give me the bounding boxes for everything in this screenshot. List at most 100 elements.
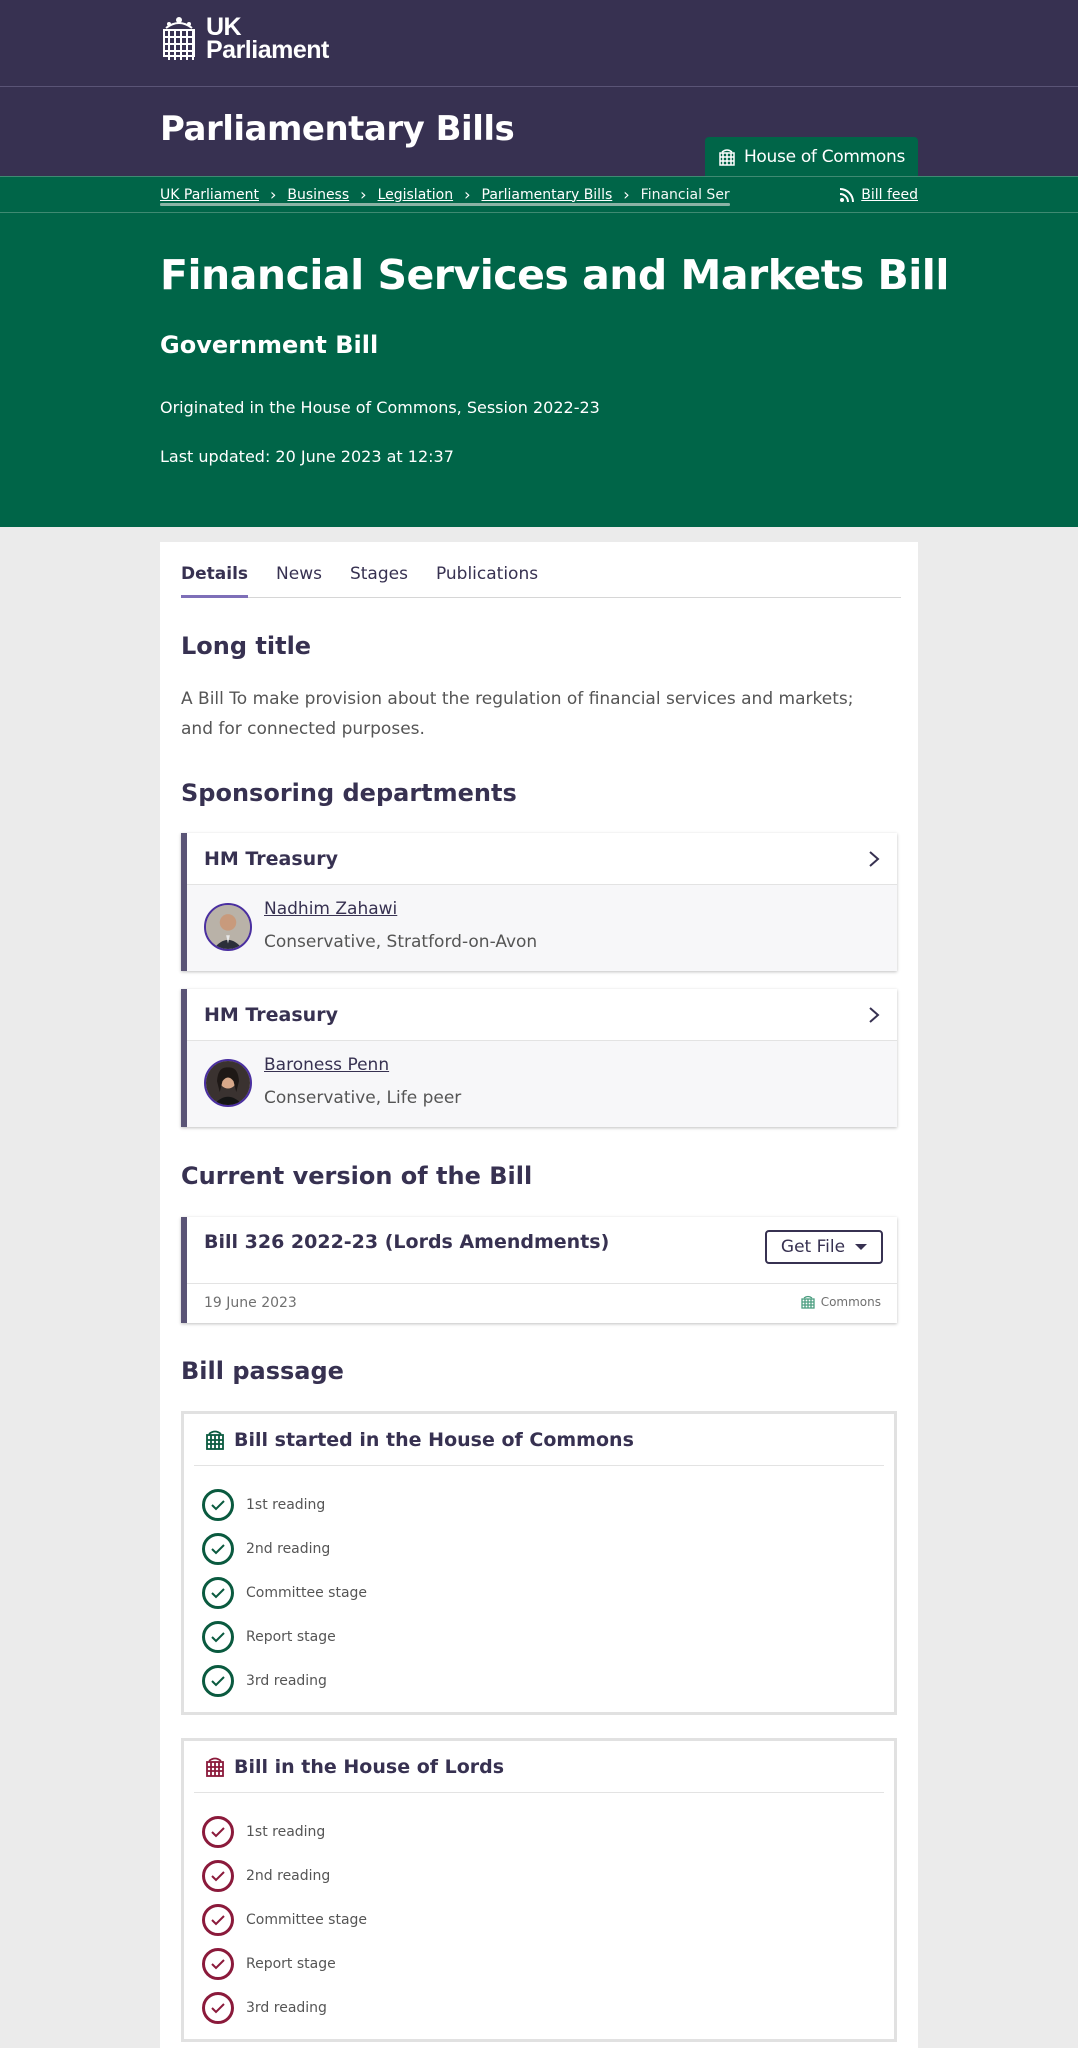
member-portrait — [206, 905, 250, 949]
stage-item: 2nd reading — [202, 1860, 330, 1892]
stage-item: 3rd reading — [202, 1665, 327, 1697]
breadcrumb-business[interactable]: Business — [287, 187, 349, 203]
portcullis-icon — [206, 1430, 224, 1450]
tab-publications[interactable]: Publications — [436, 542, 538, 598]
long-title-heading: Long title — [181, 632, 312, 660]
tab-news[interactable]: News — [276, 542, 322, 598]
member-name-link[interactable]: Baroness Penn — [264, 1055, 389, 1075]
stage-label: 3rd reading — [246, 1673, 327, 1689]
chevron-right-icon: › — [360, 185, 367, 204]
bill-feed-link[interactable]: Bill feed — [839, 177, 918, 212]
caret-down-icon — [855, 1244, 868, 1250]
stage-item: Committee stage — [202, 1577, 367, 1609]
avatar — [204, 903, 252, 951]
check-icon — [202, 1816, 234, 1848]
portcullis-icon — [163, 17, 195, 60]
stage-item: Committee stage — [202, 1904, 367, 1936]
check-icon — [202, 1489, 234, 1521]
bill-feed-label: Bill feed — [861, 186, 918, 203]
sponsor-card: HM Treasury Nadhim Zahawi Conservative, … — [181, 833, 897, 971]
stage-item: 1st reading — [202, 1489, 325, 1521]
commons-passage-panel: Bill started in the House of Commons 1st… — [181, 1411, 897, 1715]
breadcrumb-legislation[interactable]: Legislation — [378, 187, 454, 203]
member-party: Conservative, Stratford-on-Avon — [264, 932, 538, 952]
lords-passage-panel: Bill in the House of Lords 1st reading 2… — [181, 1738, 897, 2042]
check-icon — [202, 1860, 234, 1892]
house-of-commons-tab[interactable]: House of Commons — [705, 137, 918, 176]
chevron-right-icon: › — [623, 185, 630, 204]
stage-item: 2nd reading — [202, 1533, 330, 1565]
breadcrumb-bar: UK Parliament › Business › Legislation ›… — [0, 176, 1078, 213]
chevron-right-icon: › — [464, 185, 471, 204]
stage-label: Report stage — [246, 1629, 336, 1645]
check-icon — [202, 1665, 234, 1697]
portcullis-icon — [801, 1295, 815, 1309]
scrollbar-thumb[interactable] — [160, 203, 730, 206]
avatar — [204, 1059, 252, 1107]
get-file-button[interactable]: Get File — [765, 1230, 883, 1264]
version-title: Bill 326 2022-23 (Lords Amendments) — [204, 1231, 610, 1253]
version-date: 19 June 2023 — [204, 1295, 297, 1311]
bill-title: Financial Services and Markets Bill — [160, 251, 949, 299]
passage-title: Bill started in the House of Commons — [234, 1428, 634, 1451]
check-icon — [202, 1992, 234, 2024]
member-name-link[interactable]: Nadhim Zahawi — [264, 899, 397, 919]
department-link[interactable]: HM Treasury — [187, 833, 897, 885]
logo-text-line2: Parliament — [206, 36, 329, 64]
breadcrumb-parliamentary-bills[interactable]: Parliamentary Bills — [482, 187, 613, 203]
bill-hero: Financial Services and Markets Bill Gove… — [0, 213, 1078, 527]
bill-last-updated: Last updated: 20 June 2023 at 12:37 — [160, 447, 454, 466]
site-title-bar: Parliamentary Bills House of Commons — [0, 87, 1078, 176]
passage-title: Bill in the House of Lords — [234, 1755, 505, 1778]
check-icon — [202, 1621, 234, 1653]
passage-heading: Bill started in the House of Commons — [194, 1414, 884, 1466]
passage-heading: Bill in the House of Lords — [194, 1741, 884, 1793]
member-portrait — [206, 1061, 250, 1105]
uk-parliament-logo[interactable]: UK Parliament — [160, 15, 329, 64]
chevron-right-icon — [869, 850, 880, 867]
sponsor-member: Nadhim Zahawi Conservative, Stratford-on… — [187, 885, 897, 971]
long-title-text: A Bill To make provision about the regul… — [181, 689, 854, 739]
current-version-heading: Current version of the Bill — [181, 1162, 533, 1190]
current-version-card: Bill 326 2022-23 (Lords Amendments) Get … — [181, 1217, 897, 1323]
stage-item: Report stage — [202, 1948, 336, 1980]
department-name: HM Treasury — [204, 847, 338, 870]
stage-label: Committee stage — [246, 1912, 368, 1928]
site-title[interactable]: Parliamentary Bills — [160, 109, 515, 149]
bill-origin: Originated in the House of Commons, Sess… — [160, 398, 600, 417]
stage-item: 3rd reading — [202, 1992, 327, 2024]
tab-details[interactable]: Details — [181, 542, 249, 598]
department-link[interactable]: HM Treasury — [187, 989, 897, 1041]
bill-type: Government Bill — [160, 331, 379, 359]
check-icon — [202, 1577, 234, 1609]
member-party: Conservative, Life peer — [264, 1088, 462, 1108]
chevron-right-icon: › — [270, 185, 277, 204]
top-header: UK Parliament — [0, 0, 1078, 87]
breadcrumb-current: Financial Services and Markets Bill — [640, 186, 730, 203]
check-icon — [202, 1948, 234, 1980]
get-file-label: Get File — [780, 1237, 846, 1257]
version-house-label: Commons — [820, 1295, 881, 1309]
check-icon — [202, 1904, 234, 1936]
sponsor-card: HM Treasury Baroness Penn Conservative, … — [181, 989, 897, 1127]
bill-tabs: Details News Stages Publications — [181, 542, 901, 598]
department-name: HM Treasury — [204, 1003, 338, 1026]
stage-label: 2nd reading — [246, 1868, 331, 1884]
portcullis-icon — [206, 1757, 224, 1777]
version-house: Commons — [801, 1295, 881, 1309]
breadcrumb-scrollbar[interactable] — [160, 203, 730, 206]
stage-label: Report stage — [246, 1956, 336, 1972]
breadcrumb: UK Parliament › Business › Legislation ›… — [160, 177, 730, 212]
sponsor-member: Baroness Penn Conservative, Life peer — [187, 1041, 897, 1127]
stage-item: 1st reading — [202, 1816, 325, 1848]
stage-label: 1st reading — [246, 1824, 326, 1840]
breadcrumb-uk-parliament[interactable]: UK Parliament — [160, 187, 259, 203]
logo-text: UK Parliament — [206, 15, 329, 64]
rss-icon — [840, 187, 855, 202]
bill-passage-heading: Bill passage — [181, 1357, 344, 1385]
version-footer: 19 June 2023 Commons — [187, 1283, 897, 1323]
sponsors-heading: Sponsoring departments — [181, 779, 517, 807]
stage-item: Report stage — [202, 1621, 336, 1653]
tab-stages[interactable]: Stages — [350, 542, 408, 598]
stage-label: 1st reading — [246, 1497, 326, 1513]
